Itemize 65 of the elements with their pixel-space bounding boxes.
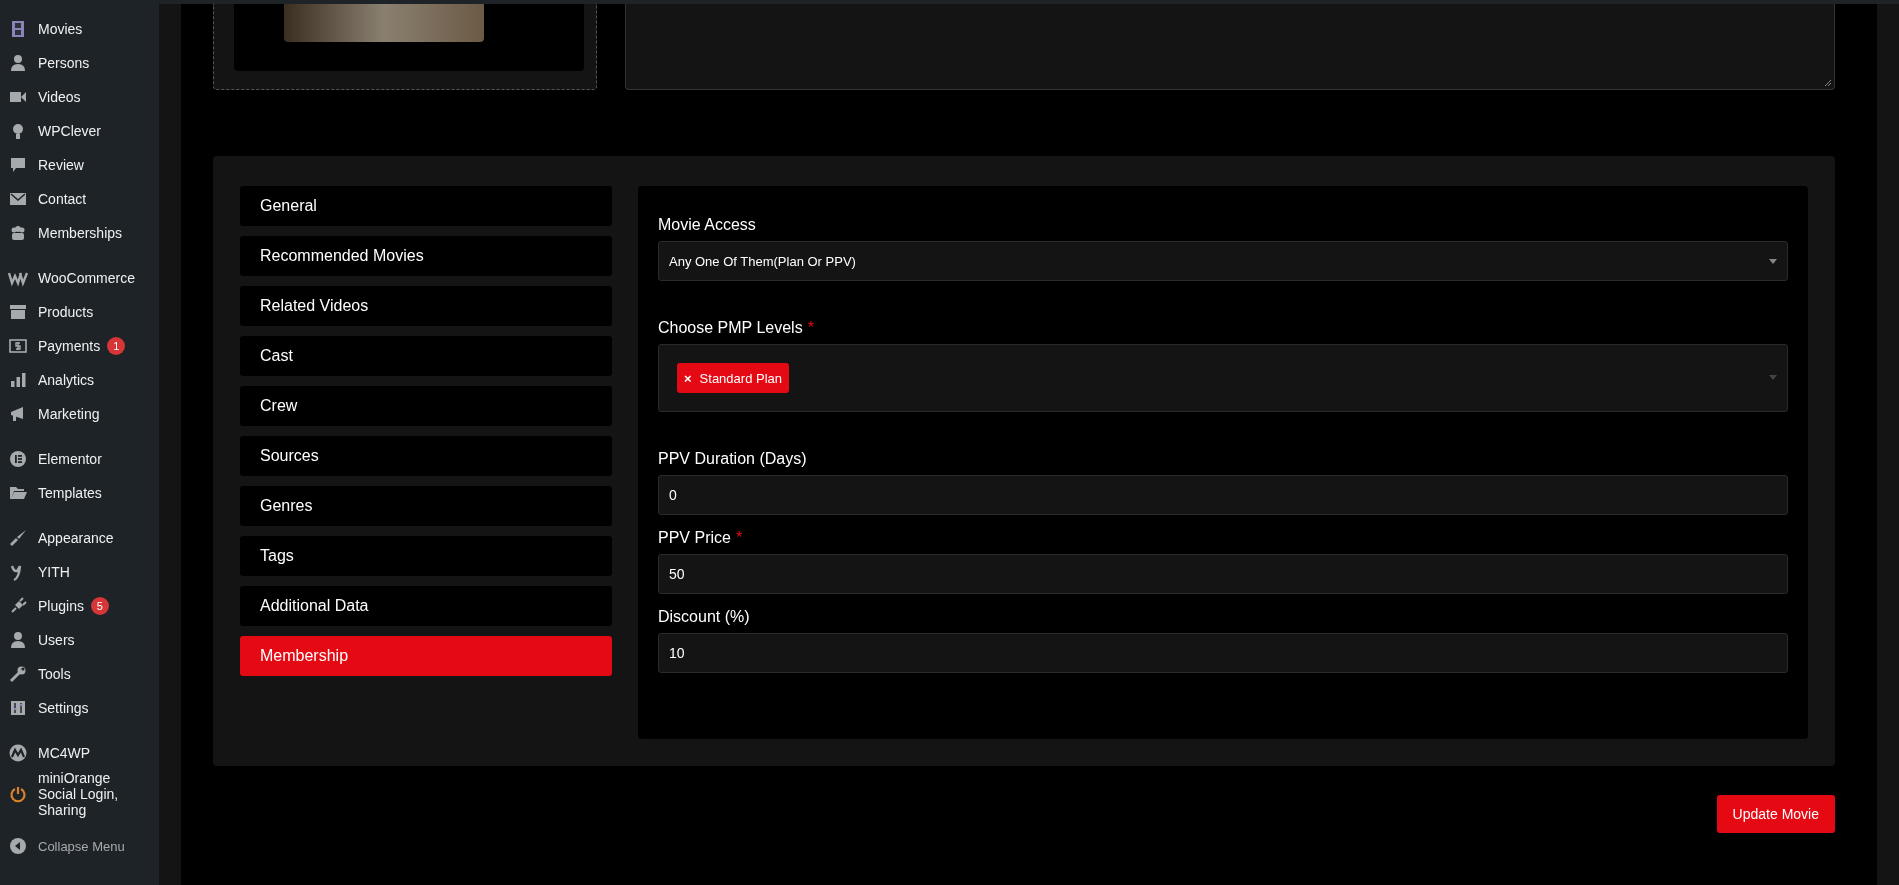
dollar-icon [8,336,28,356]
caret-icon [1769,258,1777,264]
input-field[interactable]: 10 [658,633,1788,673]
sidebar-menu-item[interactable]: miniOrange Social Login, Sharing [0,770,159,818]
sidebar-menu-item[interactable]: Appearance [0,521,159,555]
tab[interactable]: Cast [240,336,612,376]
required-asterisk: * [807,319,814,337]
tab[interactable]: Sources [240,436,612,476]
sidebar-menu-item[interactable]: Marketing [0,397,159,431]
archive-box-icon [8,302,28,322]
select-field[interactable]: Any One Of Them(Plan Or PPV) [658,241,1788,281]
e-logo-icon [8,449,28,469]
sidebar-menu-item[interactable]: Elementor [0,442,159,476]
selected-tag: × Standard Plan [677,363,789,393]
sidebar-menu-item[interactable]: Persons [0,46,159,80]
input-field[interactable]: 50 [658,554,1788,594]
required-asterisk: * [735,529,743,547]
sidebar-menu-item[interactable]: WPClever [0,114,159,148]
sidebar-menu-item[interactable]: Payments 1 [0,329,159,363]
text-area[interactable] [625,4,1835,90]
sidebar-menu-item[interactable]: Memberships [0,216,159,250]
tab[interactable]: Crew [240,386,612,426]
tab[interactable]: General [240,186,612,226]
sidebar-menu-item[interactable]: Settings [0,691,159,725]
sidebar-menu-item[interactable]: Contact [0,182,159,216]
field-label: PPV Price [658,529,731,547]
update-movie-button[interactable]: Update Movie [1716,795,1835,833]
sliders-icon [8,698,28,718]
input-field[interactable]: 0 [658,475,1788,515]
sidebar-menu-item[interactable]: Plugins 5 [0,589,159,623]
sidebar-menu-item[interactable]: WooCommerce [0,261,159,295]
count-badge: 1 [107,337,126,355]
bar-chart-icon [8,370,28,390]
tab[interactable]: Membership [240,636,612,676]
sidebar-menu-item[interactable]: Analytics [0,363,159,397]
count-badge: 5 [90,597,109,615]
wrench-icon [8,664,28,684]
field-label: Movie Access [658,216,756,234]
sidebar-menu-item[interactable]: Templates [0,476,159,510]
tab[interactable]: Additional Data [240,586,612,626]
sidebar-menu-item[interactable]: YITH [0,555,159,589]
sidebar-menu-item[interactable]: Movies [0,12,159,46]
multi-select-field[interactable]: × Standard Plan [658,344,1788,412]
tab[interactable]: Genres [240,486,612,526]
person-icon [8,53,28,73]
m-logo-icon [8,743,28,763]
collapse-menu-button[interactable]: Collapse Menu [0,829,159,863]
tab[interactable]: Tags [240,536,612,576]
sidebar-menu-item[interactable]: Videos [0,80,159,114]
resize-grip-icon [1824,79,1832,87]
field-label: Choose PMP Levels [658,319,803,337]
paintbrush-icon [8,528,28,548]
field-label: Discount (%) [658,608,750,626]
caret-icon [1769,375,1777,380]
power-icon [8,784,28,804]
sidebar-menu-item[interactable]: Users [0,623,159,657]
tab[interactable]: Related Videos [240,286,612,326]
tab[interactable]: Recommended Movies [240,236,612,276]
person-icon [8,630,28,650]
sidebar-menu-item[interactable]: Tools [0,657,159,691]
remove-tag-button[interactable]: × [684,370,692,386]
sidebar-menu-item[interactable]: MC4WP [0,736,159,770]
sidebar-menu-item[interactable]: Products [0,295,159,329]
sidebar-menu-item[interactable]: Review [0,148,159,182]
field-label: PPV Duration (Days) [658,450,807,468]
